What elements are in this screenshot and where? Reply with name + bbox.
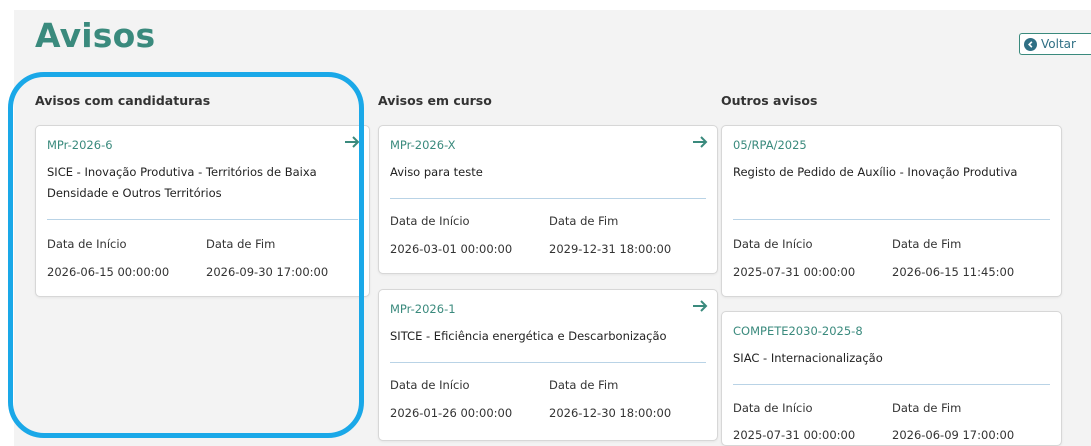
start-date-label: Data de Início (733, 237, 813, 251)
page-title: Avisos (35, 16, 156, 55)
aviso-code: MPr-2026-6 (47, 138, 113, 152)
arrow-right-icon[interactable] (692, 135, 709, 149)
aviso-card[interactable]: 05/RPA/2025 Registo de Pedido de Auxílio… (721, 125, 1062, 297)
back-button[interactable]: Voltar (1019, 33, 1091, 55)
end-date-value: 2026-12-30 18:00:00 (549, 406, 672, 420)
end-date-value: 2026-06-09 17:00:00 (892, 428, 1015, 442)
start-date-label: Data de Início (390, 378, 470, 392)
aviso-card[interactable]: COMPETE2030-2025-8 SIAC - Internacionali… (721, 311, 1062, 446)
aviso-card[interactable]: MPr-2026-1 SITCE - Eficiência energética… (378, 289, 718, 441)
arrow-right-icon[interactable] (692, 299, 709, 313)
card-divider (390, 362, 706, 363)
column-heading-outros: Outros avisos (721, 93, 818, 108)
card-divider (390, 198, 706, 199)
aviso-title: SICE - Inovação Produtiva - Territórios … (47, 165, 317, 200)
aviso-title: Aviso para teste (390, 165, 483, 179)
aviso-card[interactable]: MPr-2026-6 SICE - Inovação Produtiva - T… (35, 125, 370, 297)
aviso-title: SIAC - Internacionalização (733, 351, 883, 365)
start-date-label: Data de Início (390, 214, 470, 228)
card-divider (47, 219, 358, 220)
start-date-value: 2026-03-01 00:00:00 (390, 242, 513, 256)
card-divider (733, 219, 1050, 220)
start-date-label: Data de Início (47, 237, 127, 251)
column-heading-em-curso: Avisos em curso (378, 93, 492, 108)
end-date-label: Data de Fim (549, 214, 619, 228)
end-date-label: Data de Fim (206, 237, 276, 251)
end-date-value: 2029-12-31 18:00:00 (549, 242, 672, 256)
column-heading-candidaturas: Avisos com candidaturas (35, 93, 211, 108)
start-date-value: 2026-06-15 00:00:00 (47, 265, 170, 279)
arrow-right-icon[interactable] (344, 135, 361, 149)
aviso-code: MPr-2026-X (390, 138, 456, 152)
back-arrow-icon (1024, 37, 1037, 51)
end-date-label: Data de Fim (892, 401, 962, 415)
aviso-title: Registo de Pedido de Auxílio - Inovação … (733, 165, 1018, 179)
aviso-code: MPr-2026-1 (390, 302, 456, 316)
aviso-card[interactable]: MPr-2026-X Aviso para teste Data de Iníc… (378, 125, 718, 274)
end-date-label: Data de Fim (892, 237, 962, 251)
start-date-value: 2026-01-26 00:00:00 (390, 406, 513, 420)
card-divider (733, 384, 1050, 385)
aviso-code: COMPETE2030-2025-8 (733, 324, 863, 338)
back-button-label: Voltar (1041, 37, 1076, 51)
end-date-value: 2026-09-30 17:00:00 (206, 265, 329, 279)
start-date-value: 2025-07-31 00:00:00 (733, 265, 856, 279)
end-date-value: 2026-06-15 11:45:00 (892, 265, 1015, 279)
aviso-code: 05/RPA/2025 (733, 138, 807, 152)
end-date-label: Data de Fim (549, 378, 619, 392)
start-date-label: Data de Início (733, 401, 813, 415)
aviso-title: SITCE - Eficiência energética e Descarbo… (390, 329, 667, 343)
start-date-value: 2025-07-31 00:00:00 (733, 428, 856, 442)
